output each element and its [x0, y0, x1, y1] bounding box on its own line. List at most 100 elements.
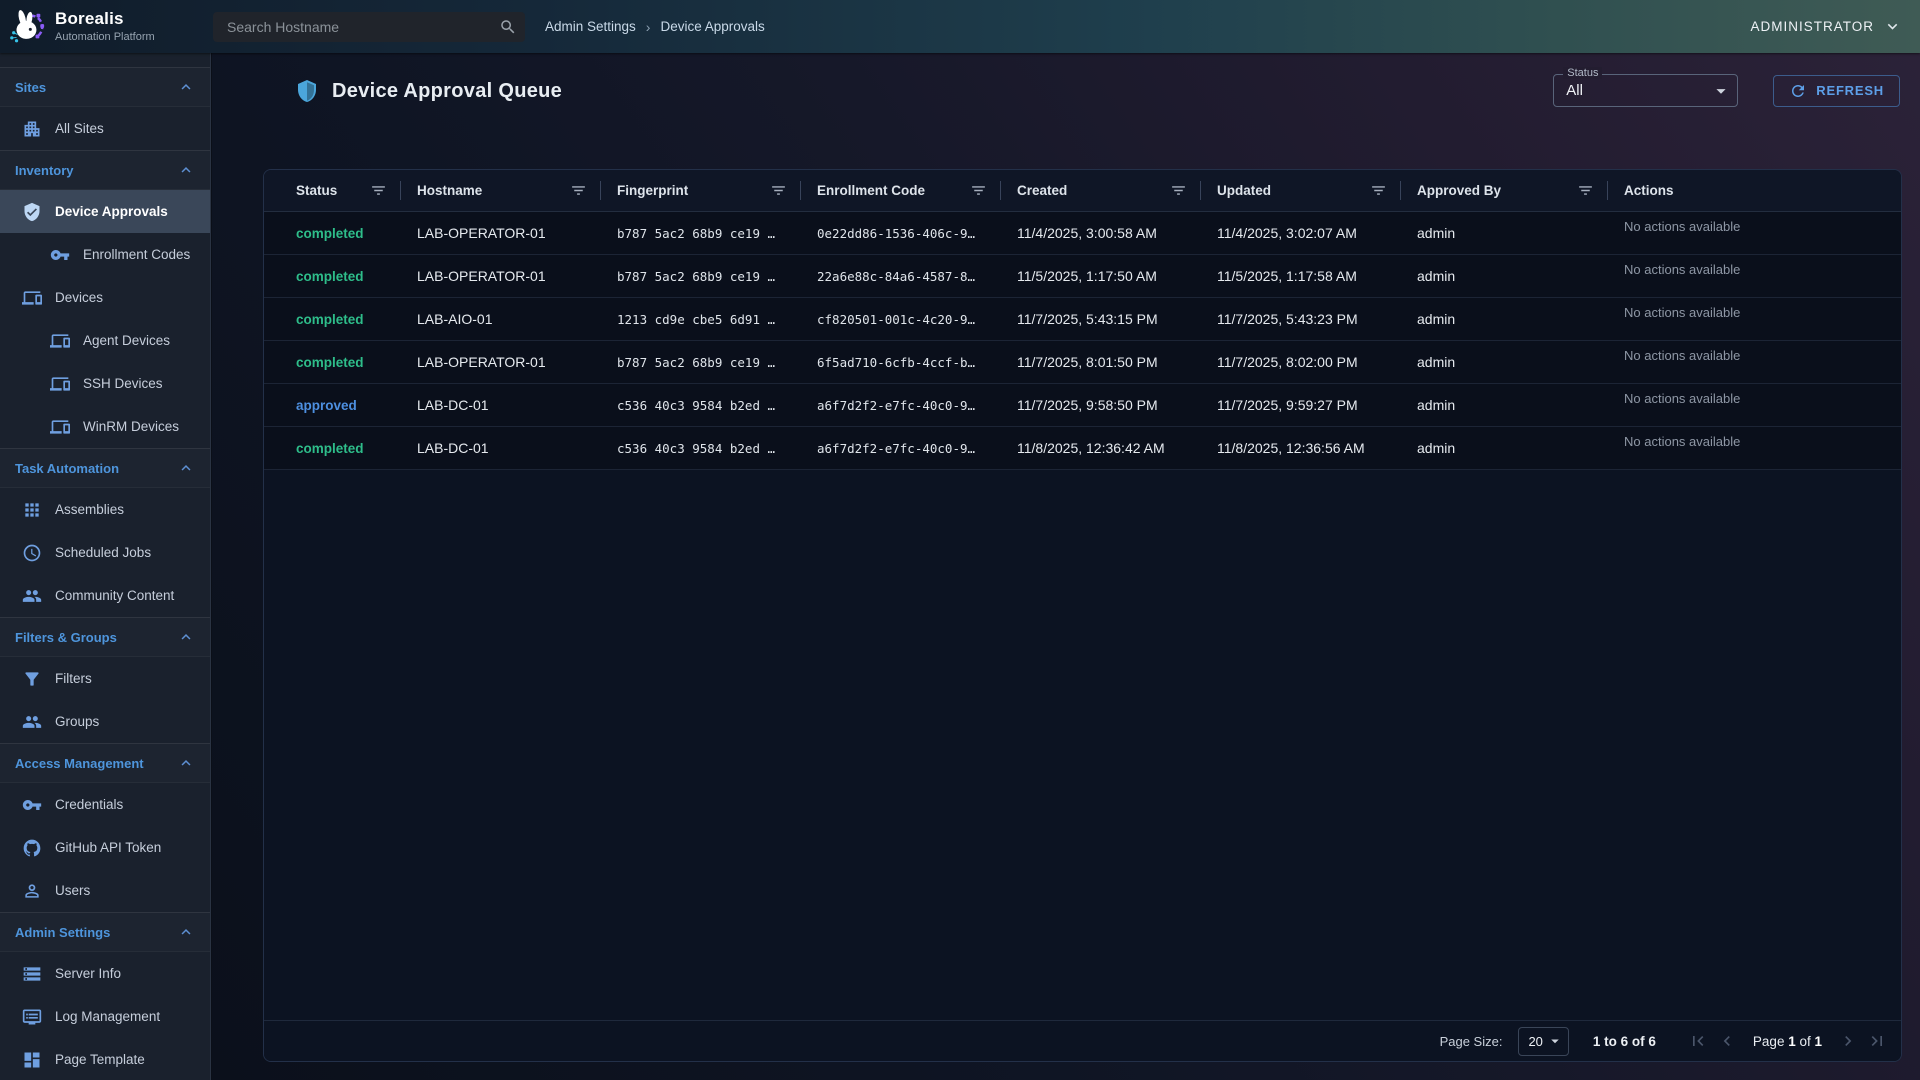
- sidebar-item-devices[interactable]: Devices: [0, 276, 210, 319]
- filter-icon[interactable]: [1170, 182, 1187, 199]
- sidebar-item-device-approvals[interactable]: Device Approvals: [0, 190, 210, 233]
- column-header-created[interactable]: Created: [1001, 170, 1201, 211]
- sidebar-section-inventory[interactable]: Inventory: [0, 150, 210, 190]
- sidebar-item-winrm-devices[interactable]: WinRM Devices: [0, 405, 210, 448]
- cell-fingerprint: b787 5ac2 68b9 ce19 …: [601, 341, 801, 383]
- sidebar-item-credentials[interactable]: Credentials: [0, 783, 210, 826]
- sidebar-item-assemblies[interactable]: Assemblies: [0, 488, 210, 531]
- cell-updated: 11/4/2025, 3:02:07 AM: [1201, 212, 1401, 254]
- log-icon: [22, 1007, 42, 1027]
- borealis-logo-icon: [8, 7, 46, 47]
- sidebar-item-groups[interactable]: Groups: [0, 700, 210, 743]
- cell-fingerprint: b787 5ac2 68b9 ce19 …: [601, 255, 801, 297]
- filter-icon[interactable]: [970, 182, 987, 199]
- next-page-icon[interactable]: [1838, 1031, 1858, 1051]
- column-header-hostname[interactable]: Hostname: [401, 170, 601, 211]
- devices-icon: [50, 331, 70, 351]
- sidebar-item-github-api-token[interactable]: GitHub API Token: [0, 826, 210, 869]
- user-menu-label: ADMINISTRATOR: [1750, 19, 1874, 34]
- filter-icon[interactable]: [370, 182, 387, 199]
- sidebar-item-server-info[interactable]: Server Info: [0, 952, 210, 995]
- status-filter-select[interactable]: Status All: [1553, 74, 1738, 107]
- status-filter-value: All: [1554, 82, 1710, 99]
- pager: Page 1 of 1: [1688, 1031, 1887, 1051]
- table-body: completedLAB-OPERATOR-01b787 5ac2 68b9 c…: [264, 212, 1901, 1020]
- sidebar-section-filters-groups[interactable]: Filters & Groups: [0, 617, 210, 657]
- grid-icon: [22, 500, 42, 520]
- filter-icon[interactable]: [570, 182, 587, 199]
- chevron-up-icon: [177, 78, 195, 96]
- cell-actions: No actions available: [1608, 341, 1901, 383]
- page-size-value: 20: [1528, 1034, 1542, 1049]
- sidebar-item-log-management[interactable]: Log Management: [0, 995, 210, 1038]
- cell-fingerprint: b787 5ac2 68b9 ce19 …: [601, 212, 801, 254]
- cell-fingerprint: c536 40c3 9584 b2ed …: [601, 384, 801, 426]
- main-content: Device Approval Queue Status All REFRESH…: [212, 53, 1920, 1080]
- sidebar-section-task-automation[interactable]: Task Automation: [0, 448, 210, 488]
- filter-icon[interactable]: [1577, 182, 1594, 199]
- server-icon: [22, 964, 42, 984]
- sidebar-item-filters[interactable]: Filters: [0, 657, 210, 700]
- column-header-approved-by[interactable]: Approved By: [1401, 170, 1608, 211]
- chevron-up-icon: [177, 754, 195, 772]
- cell-actions: No actions available: [1608, 384, 1901, 426]
- cell-status: approved: [264, 384, 401, 426]
- sidebar-item-page-template[interactable]: Page Template: [0, 1038, 210, 1080]
- cell-actions: No actions available: [1608, 212, 1901, 254]
- previous-page-icon[interactable]: [1717, 1031, 1737, 1051]
- sidebar-item-enrollment-codes[interactable]: Enrollment Codes: [0, 233, 210, 276]
- cell-approved-by: admin: [1401, 384, 1608, 426]
- breadcrumb: Admin Settings › Device Approvals: [545, 19, 765, 35]
- refresh-button-label: REFRESH: [1816, 83, 1884, 98]
- last-page-icon[interactable]: [1867, 1031, 1887, 1051]
- cell-hostname: LAB-OPERATOR-01: [401, 341, 601, 383]
- sidebar-item-community-content[interactable]: Community Content: [0, 574, 210, 617]
- column-header-enrollment-code[interactable]: Enrollment Code: [801, 170, 1001, 211]
- cell-approved-by: admin: [1401, 427, 1608, 469]
- sidebar-item-agent-devices[interactable]: Agent Devices: [0, 319, 210, 362]
- person-icon: [22, 881, 42, 901]
- borealis-app: Borealis Automation Platform Admin Setti…: [0, 0, 1920, 1080]
- sidebar-section-access-management[interactable]: Access Management: [0, 743, 210, 783]
- page-size-select[interactable]: 20: [1518, 1027, 1568, 1056]
- cell-approved-by: admin: [1401, 298, 1608, 340]
- search-icon: [499, 18, 517, 36]
- first-page-icon[interactable]: [1688, 1031, 1708, 1051]
- dropdown-arrow-icon: [1546, 1032, 1564, 1050]
- cell-created: 11/5/2025, 1:17:50 AM: [1001, 255, 1201, 297]
- column-header-status[interactable]: Status: [264, 170, 401, 211]
- building-icon: [22, 119, 42, 139]
- filter-icon[interactable]: [770, 182, 787, 199]
- cell-created: 11/7/2025, 8:01:50 PM: [1001, 341, 1201, 383]
- cell-hostname: LAB-OPERATOR-01: [401, 212, 601, 254]
- cell-fingerprint: 1213 cd9e cbe5 6d91 …: [601, 298, 801, 340]
- chevron-up-icon: [177, 161, 195, 179]
- refresh-button[interactable]: REFRESH: [1773, 75, 1900, 107]
- header-controls: Status All REFRESH: [1553, 74, 1900, 107]
- clock-icon: [22, 543, 42, 563]
- sidebar-section-sites[interactable]: Sites: [0, 67, 210, 107]
- sidebar-item-all-sites[interactable]: All Sites: [0, 107, 210, 150]
- sidebar-section-admin-settings[interactable]: Admin Settings: [0, 912, 210, 952]
- breadcrumb-device-approvals[interactable]: Device Approvals: [660, 19, 764, 34]
- column-header-actions[interactable]: Actions: [1608, 170, 1901, 211]
- search-input[interactable]: [213, 19, 525, 35]
- breadcrumb-admin-settings[interactable]: Admin Settings: [545, 19, 636, 34]
- cell-approved-by: admin: [1401, 255, 1608, 297]
- column-header-fingerprint[interactable]: Fingerprint: [601, 170, 801, 211]
- sidebar-item-scheduled-jobs[interactable]: Scheduled Jobs: [0, 531, 210, 574]
- column-header-updated[interactable]: Updated: [1201, 170, 1401, 211]
- page-title: Device Approval Queue: [295, 79, 562, 103]
- cell-updated: 11/5/2025, 1:17:58 AM: [1201, 255, 1401, 297]
- cell-status: completed: [264, 341, 401, 383]
- sidebar-item-users[interactable]: Users: [0, 869, 210, 912]
- user-menu[interactable]: ADMINISTRATOR: [1750, 17, 1902, 36]
- cell-approved-by: admin: [1401, 341, 1608, 383]
- cell-enrollment-code: a6f7d2f2-e7fc-40c0-9…: [801, 427, 1001, 469]
- cell-created: 11/7/2025, 5:43:15 PM: [1001, 298, 1201, 340]
- filter-icon[interactable]: [1370, 182, 1387, 199]
- cell-hostname: LAB-AIO-01: [401, 298, 601, 340]
- table-row: approvedLAB-DC-01c536 40c3 9584 b2ed …a6…: [264, 384, 1901, 427]
- sidebar-item-ssh-devices[interactable]: SSH Devices: [0, 362, 210, 405]
- cell-status: completed: [264, 255, 401, 297]
